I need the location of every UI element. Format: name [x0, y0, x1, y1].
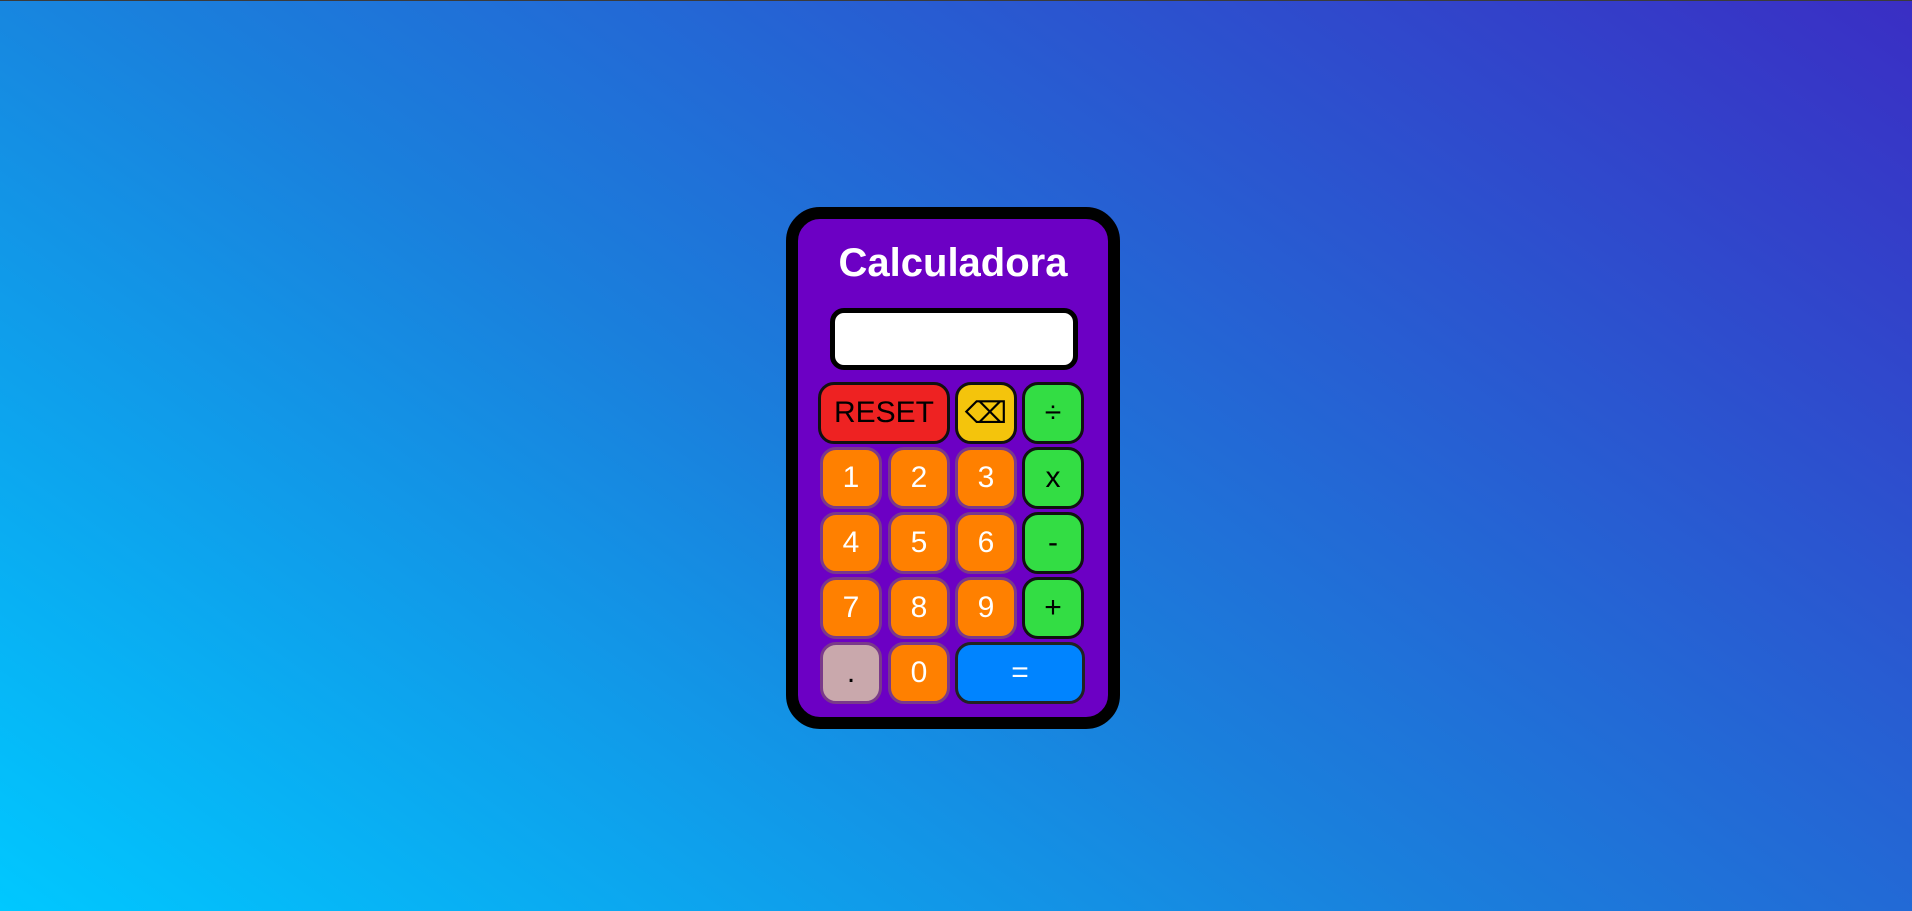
decimal-button[interactable]: . [820, 642, 882, 704]
subtract-button[interactable]: - [1022, 512, 1084, 574]
digit-0-button[interactable]: 0 [888, 642, 950, 704]
digit-9-button[interactable]: 9 [955, 577, 1017, 639]
add-button[interactable]: + [1022, 577, 1084, 639]
digit-7-button[interactable]: 7 [820, 577, 882, 639]
equals-button[interactable]: = [955, 642, 1085, 704]
reset-button[interactable]: RESET [818, 382, 950, 444]
digit-5-button[interactable]: 5 [888, 512, 950, 574]
digit-6-button[interactable]: 6 [955, 512, 1017, 574]
multiply-button[interactable]: x [1022, 447, 1084, 509]
calculator-title: Calculadora [838, 241, 1068, 285]
digit-1-button[interactable]: 1 [820, 447, 882, 509]
digit-4-button[interactable]: 4 [820, 512, 882, 574]
backspace-button[interactable]: ⌫ [955, 382, 1017, 444]
digit-2-button[interactable]: 2 [888, 447, 950, 509]
calculator: Calculadora RESET ⌫ ÷ 1 2 3 x 4 5 6 - 7 … [786, 207, 1120, 729]
window-top-edge [0, 0, 1912, 1]
digit-8-button[interactable]: 8 [888, 577, 950, 639]
divide-button[interactable]: ÷ [1022, 382, 1084, 444]
digit-3-button[interactable]: 3 [955, 447, 1017, 509]
display-field[interactable] [830, 308, 1078, 370]
